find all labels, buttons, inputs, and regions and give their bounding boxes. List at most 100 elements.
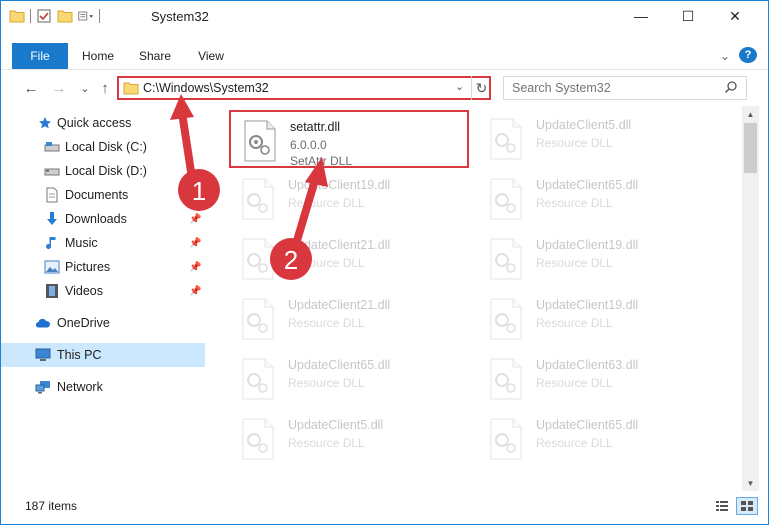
file-item[interactable]: UpdateClient21.dll Resource DLL <box>229 230 469 288</box>
ribbon-collapse-button[interactable]: ⌄ <box>715 43 735 69</box>
sidebar-item-this-pc[interactable]: This PC <box>1 343 205 367</box>
download-icon <box>44 211 60 227</box>
sidebar-item-documents[interactable]: Documents <box>1 183 205 207</box>
pin-icon[interactable]: 📌 <box>189 286 201 297</box>
sidebar-item-onedrive[interactable]: OneDrive <box>1 311 205 335</box>
search-box[interactable] <box>503 76 747 100</box>
drive-icon <box>44 163 60 179</box>
network-icon <box>35 379 51 395</box>
ribbon-tabs: File Home Share View ⌄ ? <box>1 43 768 69</box>
up-button[interactable]: ↑ <box>95 78 115 98</box>
file-item[interactable]: UpdateClient21.dll Resource DLL <box>229 290 469 348</box>
file-item[interactable]: UpdateClient65.dll Resource DLL <box>229 350 469 408</box>
close-button[interactable]: ✕ <box>712 1 758 31</box>
search-input[interactable] <box>512 80 712 96</box>
sidebar-item-pictures[interactable]: Pictures 📌 <box>1 255 205 279</box>
file-item[interactable]: UpdateClient5.dll Resource DLL <box>477 110 717 168</box>
sidebar-item-videos[interactable]: Videos 📌 <box>1 279 205 303</box>
sidebar-item-local-disk-c[interactable]: Local Disk (C:) <box>1 135 205 159</box>
file-type: Resource DLL <box>288 256 365 270</box>
back-button[interactable]: ← <box>21 78 41 98</box>
file-item[interactable]: UpdateClient19.dll Resource DLL <box>477 230 717 288</box>
sidebar-item-label: Pictures <box>65 260 111 274</box>
navigation-pane: Quick access Local Disk (C:) Local Disk … <box>1 106 206 491</box>
folder-icon <box>123 81 139 98</box>
dll-file-icon <box>489 178 523 220</box>
toolbar-divider <box>30 9 31 23</box>
pin-icon[interactable]: 📌 <box>189 238 201 249</box>
file-item[interactable]: UpdateClient19.dll Resource DLL <box>477 290 717 348</box>
file-version: 6.0.0.0 <box>290 138 327 152</box>
tab-share[interactable]: Share <box>133 43 177 69</box>
file-name: UpdateClient19.dll <box>288 178 391 192</box>
file-item[interactable]: UpdateClient65.dll Resource DLL <box>477 170 717 228</box>
sidebar-item-label: Videos <box>65 284 103 298</box>
sidebar-item-label: Quick access <box>57 116 132 130</box>
file-name: UpdateClient21.dll <box>288 238 391 252</box>
maximize-button[interactable]: ☐ <box>665 1 711 31</box>
minimize-button[interactable]: — <box>618 1 664 31</box>
sidebar-item-label: Local Disk (D:) <box>65 164 147 178</box>
title-bar: System32 — ☐ ✕ <box>1 1 768 31</box>
file-name: setattr.dll <box>290 120 341 134</box>
dll-file-icon <box>489 298 523 340</box>
tab-home[interactable]: Home <box>75 43 121 69</box>
details-view-button[interactable] <box>711 497 733 515</box>
pin-icon[interactable]: 📌 <box>189 214 201 225</box>
file-type: Resource DLL <box>288 196 365 210</box>
new-folder-icon[interactable] <box>57 8 73 24</box>
dll-file-icon <box>489 118 523 160</box>
file-type: Resource DLL <box>536 376 613 390</box>
pin-icon[interactable]: 📌 <box>189 262 201 273</box>
file-type: Resource DLL <box>536 316 613 330</box>
window-title: System32 <box>151 9 209 24</box>
file-type: Resource DLL <box>536 436 613 450</box>
scroll-thumb[interactable] <box>744 123 757 173</box>
file-name: UpdateClient19.dll <box>536 298 639 312</box>
sidebar-item-local-disk-d[interactable]: Local Disk (D:) <box>1 159 205 183</box>
dll-file-icon <box>489 418 523 460</box>
file-item[interactable]: UpdateClient63.dll Resource DLL <box>477 350 717 408</box>
file-type: Resource DLL <box>536 136 613 150</box>
file-item[interactable]: UpdateClient65.dll Resource DLL <box>477 410 717 468</box>
dll-file-icon <box>241 238 275 280</box>
tab-view[interactable]: View <box>189 43 233 69</box>
sidebar-item-music[interactable]: Music 📌 <box>1 231 205 255</box>
customize-toolbar-icon[interactable] <box>78 8 94 24</box>
file-name: UpdateClient65.dll <box>288 358 391 372</box>
forward-button[interactable]: → <box>49 78 69 98</box>
navigation-bar: ← → ⌄ ↑ C:\Windows\System32 ⌄ ↻ <box>1 69 768 105</box>
file-name: UpdateClient65.dll <box>536 178 639 192</box>
file-item[interactable]: UpdateClient19.dll Resource DLL <box>229 170 469 228</box>
file-name: UpdateClient5.dll <box>536 118 632 132</box>
address-dropdown-button[interactable]: ⌄ <box>455 80 464 93</box>
scroll-down-arrow[interactable]: ▼ <box>742 475 759 491</box>
scroll-up-arrow[interactable]: ▲ <box>742 106 759 122</box>
sidebar-item-label: OneDrive <box>57 316 110 330</box>
help-button[interactable]: ? <box>739 47 757 63</box>
recent-locations-button[interactable]: ⌄ <box>75 78 95 98</box>
sidebar-item-quick-access[interactable]: Quick access <box>1 111 205 135</box>
search-icon[interactable] <box>724 80 738 97</box>
address-path[interactable]: C:\Windows\System32 <box>143 81 269 95</box>
star-icon <box>37 115 53 131</box>
status-bar: 187 items <box>1 491 768 524</box>
properties-icon[interactable] <box>36 8 52 24</box>
sidebar-item-network[interactable]: Network <box>1 375 205 399</box>
tiles-view-button[interactable] <box>736 497 758 515</box>
dll-file-icon <box>241 358 275 400</box>
vertical-scrollbar[interactable]: ▲ ▼ <box>742 106 759 491</box>
refresh-button[interactable]: ↻ <box>471 76 491 100</box>
file-item[interactable]: UpdateClient5.dll Resource DLL <box>229 410 469 468</box>
tab-file[interactable]: File <box>12 43 68 69</box>
sidebar-item-label: Network <box>57 380 103 394</box>
address-bar[interactable]: C:\Windows\System32 ⌄ ↻ <box>117 76 491 100</box>
file-name: UpdateClient63.dll <box>536 358 639 372</box>
file-item-setattr-dll[interactable]: setattr.dll 6.0.0.0 SetAttr DLL <box>229 110 469 168</box>
quick-access-toolbar <box>9 8 100 24</box>
folder-icon <box>9 8 25 24</box>
sidebar-item-downloads[interactable]: Downloads 📌 <box>1 207 205 231</box>
documents-icon <box>44 187 60 203</box>
dll-file-icon <box>241 418 275 460</box>
dll-file-icon <box>241 298 275 340</box>
